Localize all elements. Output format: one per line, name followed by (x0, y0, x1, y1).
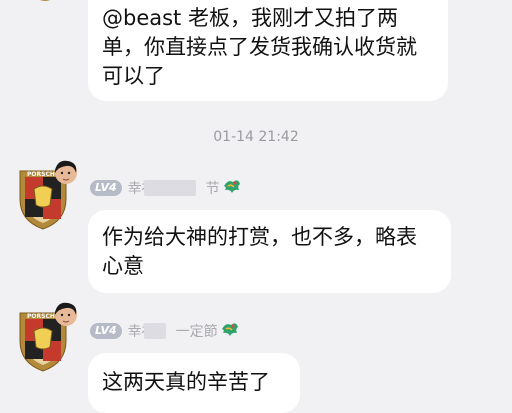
message-text-1: @beast 老板，我刚才又拍了两单，你直接点了发货我确认收货就可以了 (102, 6, 417, 88)
sender-name-row: LV4 幸福节 (90, 177, 242, 199)
svg-text:PORSCHE: PORSCHE (27, 313, 59, 320)
message-text-2: 作为给大神的打赏，也不多，略表心意 (102, 225, 417, 278)
message-bubble-1[interactable]: @beast 老板，我刚才又拍了两单，你直接点了发货我确认收货就可以了 (88, 0, 448, 101)
porsche-crest-icon (40, 0, 50, 1)
message-text-3: 这两天真的辛苦了 (102, 370, 270, 394)
sender-name[interactable]: 幸福节 (128, 178, 220, 198)
avatar-partial[interactable] (28, 0, 62, 8)
avatar[interactable]: PORSCHE (18, 301, 78, 372)
message-timestamp: 01-14 21:42 (213, 129, 299, 145)
name-redaction (143, 180, 196, 196)
level-badge: LV4 (90, 323, 122, 339)
sender-name-end: 一定節 (175, 324, 218, 340)
message-bubble-3[interactable]: 这两天真的辛苦了 (88, 353, 300, 413)
sender-name-end: 节 (205, 181, 220, 197)
name-redaction (143, 323, 166, 339)
sender-name-row: LV4 幸福 一定節 (90, 320, 240, 342)
avatar[interactable]: PORSCHE (18, 159, 78, 230)
level-badge: LV4 (90, 180, 122, 196)
svg-text:PORSCHE: PORSCHE (27, 171, 59, 178)
message-bubble-2[interactable]: 作为给大神的打赏，也不多，略表心意 (88, 210, 451, 293)
dragon-medal-icon (222, 177, 242, 199)
sender-name[interactable]: 幸福 一定節 (128, 321, 218, 341)
dragon-medal-icon (220, 320, 240, 342)
